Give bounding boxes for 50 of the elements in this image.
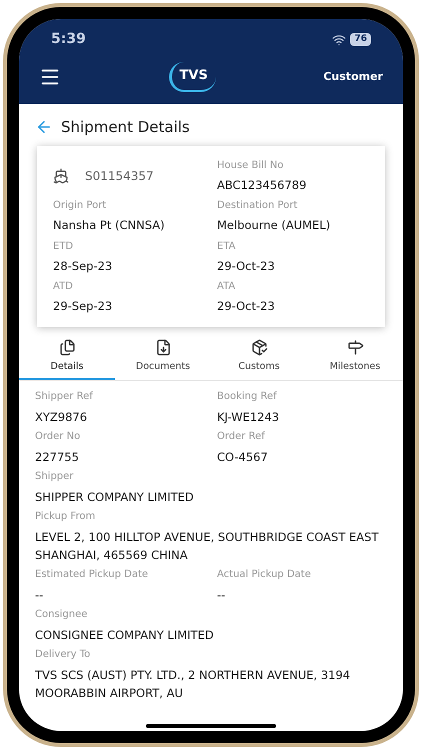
field-label: Booking Ref xyxy=(217,390,278,404)
field-value: LEVEL 2, 100 HILLTOP AVENUE, SOUTHBRIDGE COAST EAST SHANGHAI, 465569 CHINA xyxy=(35,529,380,564)
tab[interactable]: Milestones xyxy=(307,335,403,380)
field-label: Destination Port xyxy=(217,199,298,214)
field-label: Delivery To xyxy=(35,648,92,662)
tab-icon xyxy=(58,339,76,356)
tab-icon xyxy=(154,339,172,356)
field-label: Consignee xyxy=(35,608,88,622)
field-value: CONSIGNEE COMPANY LIMITED xyxy=(35,627,215,644)
logo: TVS xyxy=(168,62,216,92)
status-time: 5:39 xyxy=(51,30,86,49)
field-value: TVS SCS (AUST) PTY. LTD., 2 NORTHERN AVENUE, 3194 MOORABBIN AIRPORT, AU xyxy=(35,667,352,702)
tab-icon xyxy=(250,339,268,356)
field-label: Order Ref xyxy=(217,430,266,444)
page-title: Shipment Details xyxy=(61,116,190,138)
field-label: ETD xyxy=(53,240,74,254)
tab[interactable]: Documents xyxy=(115,335,211,380)
field-value: 29-Oct-23 xyxy=(217,258,276,274)
field-label: ETA xyxy=(217,240,236,254)
tab[interactable]: Details xyxy=(19,335,115,380)
field-label: House Bill No xyxy=(217,159,284,173)
wifi-icon xyxy=(332,32,346,46)
field-value: Melbourne (AUMEL) xyxy=(217,217,332,234)
battery-indicator: 76 xyxy=(350,32,371,46)
field-value: -- xyxy=(217,587,226,604)
field-label: Order No xyxy=(35,430,82,444)
tab[interactable]: Customs xyxy=(211,335,307,380)
field-value: ABC123456789 xyxy=(217,177,308,194)
field-label: Shipper Ref xyxy=(35,390,94,404)
field-value: XYZ9876 xyxy=(35,409,88,426)
field-label: Origin Port xyxy=(53,199,108,214)
field-value: KJ-WE1243 xyxy=(217,409,280,426)
field-value: 29-Oct-23 xyxy=(217,298,276,315)
field-value: CO-4567 xyxy=(217,449,269,466)
field-value: SHIPPER COMPANY LIMITED xyxy=(35,489,195,506)
shipment-number: S01154357 xyxy=(85,168,154,186)
field-label: Shipper xyxy=(35,470,74,484)
field-label: ATD xyxy=(53,280,74,294)
ship-icon xyxy=(53,168,69,184)
tab-icon xyxy=(346,339,364,356)
field-value: 29-Sep-23 xyxy=(53,298,114,315)
field-value: -- xyxy=(35,587,44,604)
field-value: 227755 xyxy=(35,449,80,466)
account-label[interactable]: Customer xyxy=(323,68,383,85)
field-label: Actual Pickup Date xyxy=(217,568,312,582)
field-label: Estimated Pickup Date xyxy=(35,568,150,582)
field-value: Nansha Pt (CNNSA) xyxy=(53,217,166,234)
field-label: ATA xyxy=(217,280,236,294)
field-label: Pickup From xyxy=(35,510,96,524)
field-value: 28-Sep-23 xyxy=(53,258,114,274)
